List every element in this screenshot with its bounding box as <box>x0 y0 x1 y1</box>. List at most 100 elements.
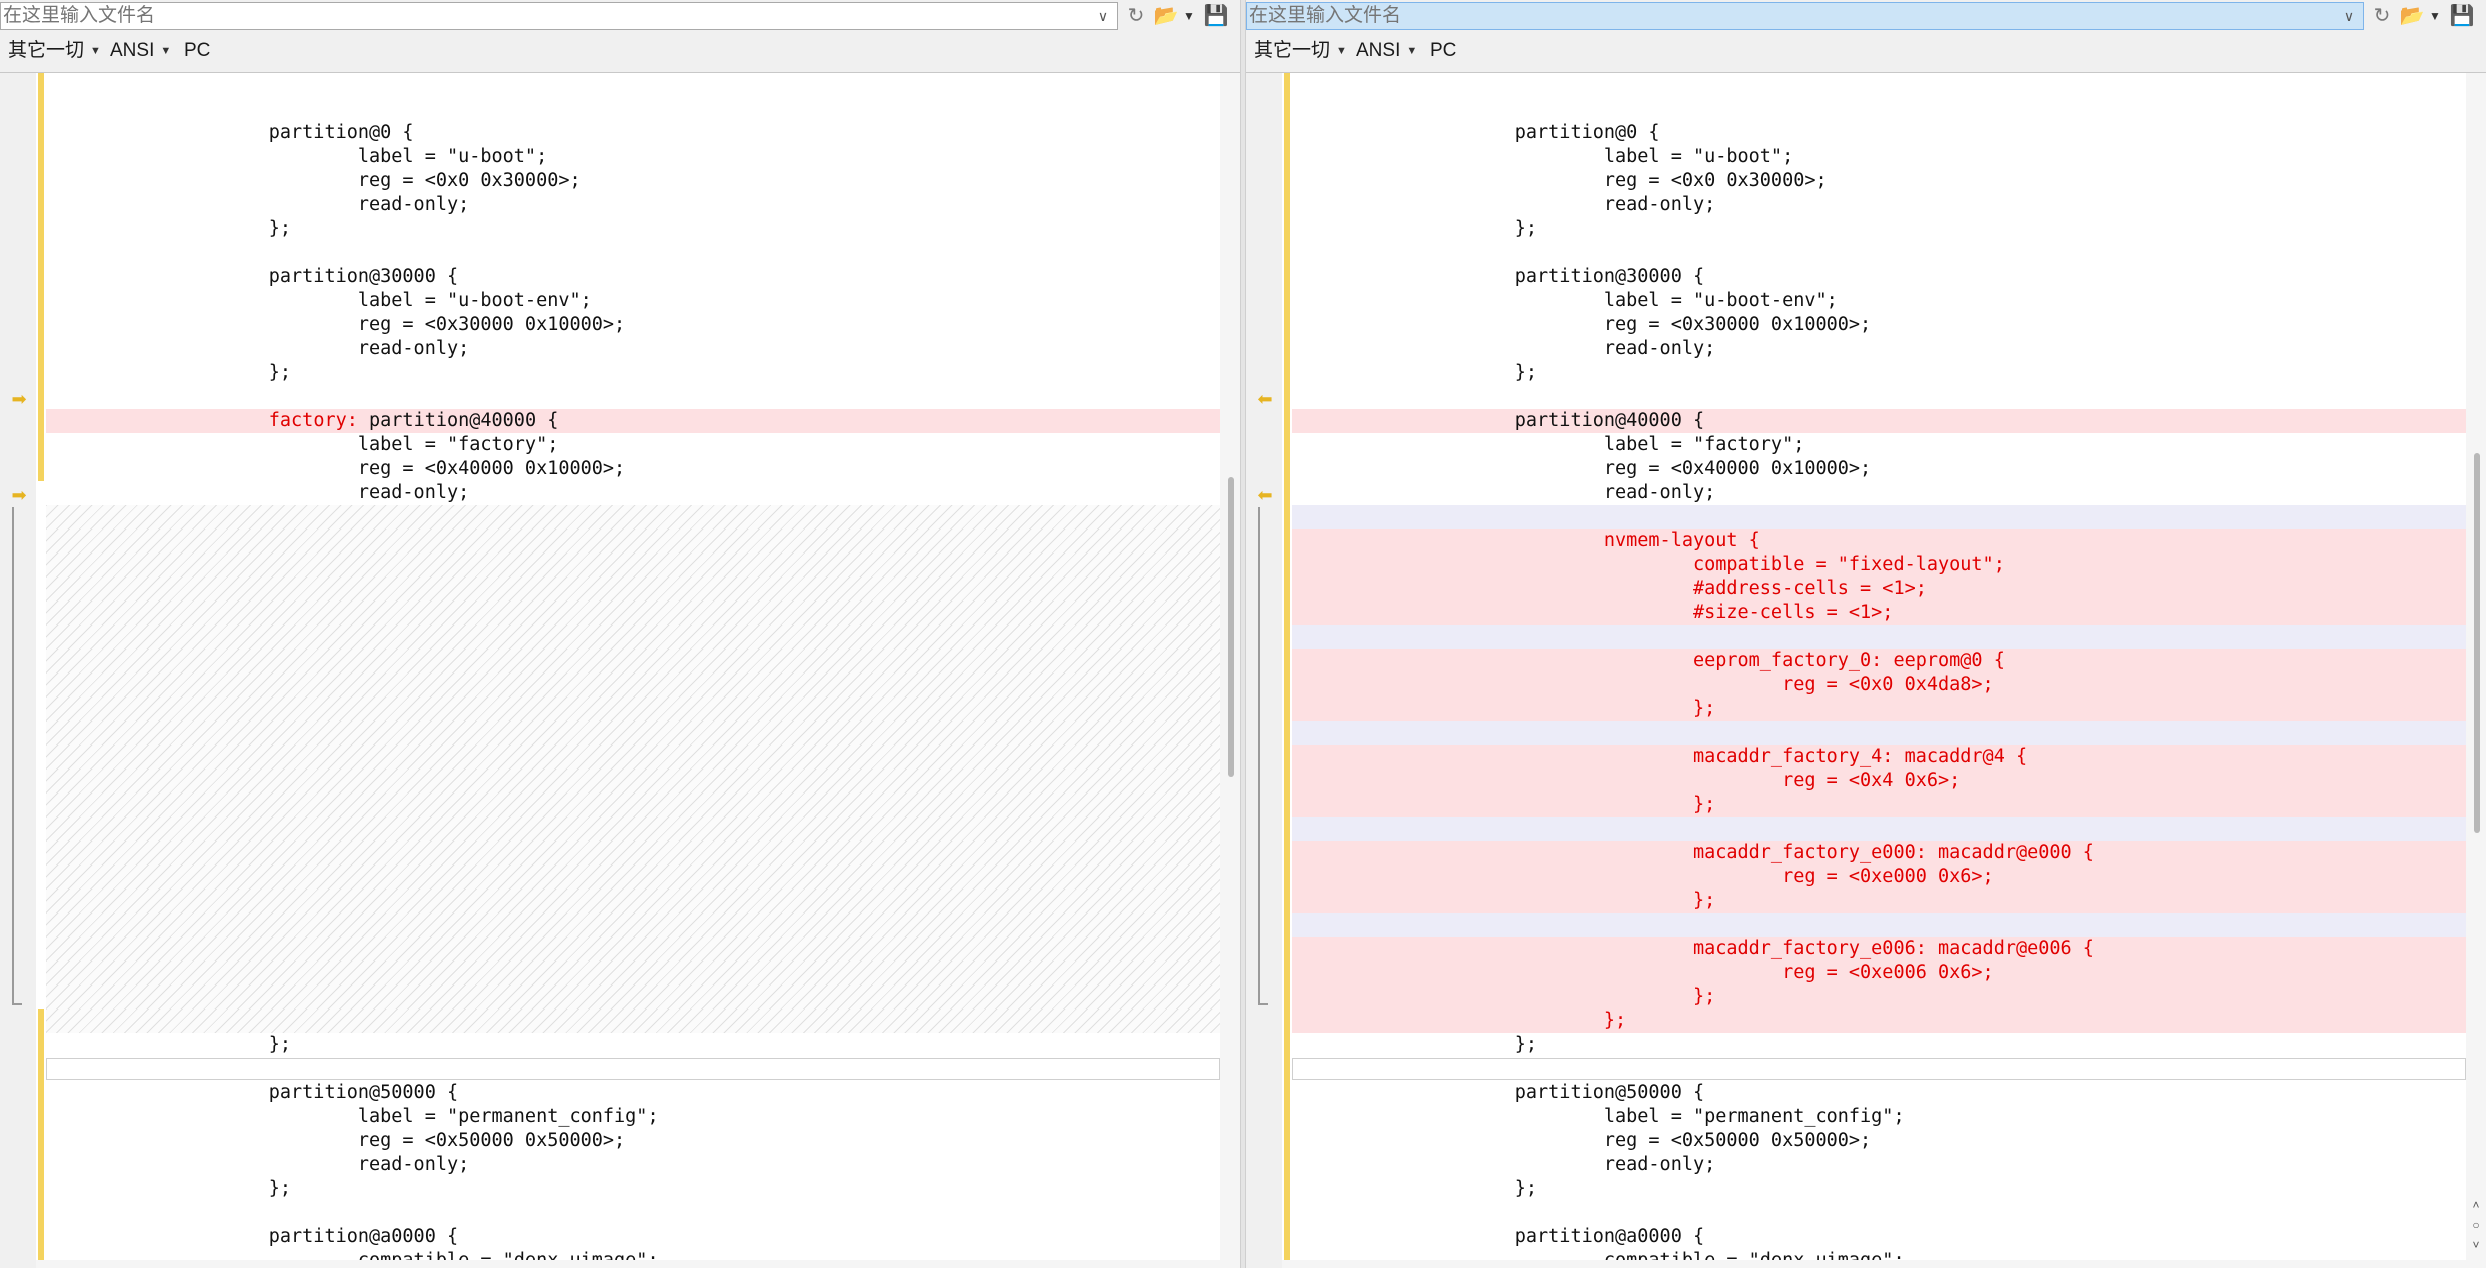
code-line[interactable]: read-only; <box>46 337 1220 361</box>
chevron-down-icon[interactable]: ˅ <box>2470 1238 2482 1252</box>
right-file-path-input[interactable] <box>1246 2 2364 30</box>
open-menu-caret-icon[interactable]: ▼ <box>1182 3 1196 29</box>
code-line[interactable]: macaddr_factory_e006: macaddr@e006 { <box>1292 937 2466 961</box>
code-line[interactable]: reg = <0x0 0x30000>; <box>46 169 1220 193</box>
code-line[interactable]: reg = <0x0 0x4da8>; <box>1292 673 2466 697</box>
code-line[interactable] <box>1292 241 2466 265</box>
code-line[interactable]: reg = <0x30000 0x10000>; <box>1292 313 2466 337</box>
code-line[interactable]: nvmem-layout { <box>1292 529 2466 553</box>
right-vertical-scrollbar[interactable]: ˄ ○ ˅ <box>2466 73 2486 1268</box>
code-line[interactable]: read-only; <box>1292 1153 2466 1177</box>
code-line[interactable]: }; <box>46 1033 1220 1057</box>
code-line[interactable] <box>1292 721 2466 745</box>
code-line[interactable]: partition@50000 { <box>1292 1081 2466 1105</box>
code-line[interactable] <box>1292 1201 2466 1225</box>
chevron-down-icon[interactable]: ∨ <box>2338 5 2360 27</box>
code-line[interactable]: }; <box>1292 1009 2466 1033</box>
right-line-ending-label[interactable]: PC <box>1430 39 1456 63</box>
right-filter-dropdown[interactable]: 其它一切 ▼ <box>1254 39 1347 63</box>
left-editor[interactable]: ➡ ➡ partition@0 { label = "u-boot"; reg … <box>0 72 1240 1268</box>
code-line[interactable]: read-only; <box>1292 193 2466 217</box>
right-scroll-thumb[interactable] <box>2474 453 2480 833</box>
code-line[interactable] <box>1292 97 2466 121</box>
code-line[interactable]: reg = <0x0 0x30000>; <box>1292 169 2466 193</box>
code-line[interactable]: }; <box>46 361 1220 385</box>
code-line[interactable] <box>1292 385 2466 409</box>
code-line[interactable]: compatible = "fixed-layout"; <box>1292 553 2466 577</box>
code-line[interactable]: label = "permanent_config"; <box>46 1105 1220 1129</box>
code-line[interactable]: partition@30000 { <box>46 265 1220 289</box>
right-charset-dropdown[interactable]: ANSI ▼ <box>1356 39 1417 63</box>
left-filter-dropdown[interactable]: 其它一切 ▼ <box>8 39 101 63</box>
code-line[interactable]: }; <box>46 1177 1220 1201</box>
arrow-right-icon[interactable]: ➡ <box>8 485 30 505</box>
code-line[interactable] <box>1292 505 2466 529</box>
circle-icon[interactable]: ○ <box>2470 1218 2482 1232</box>
code-line[interactable]: read-only; <box>46 1153 1220 1177</box>
code-line[interactable]: reg = <0x50000 0x50000>; <box>1292 1129 2466 1153</box>
code-line[interactable]: }; <box>1292 697 2466 721</box>
code-line[interactable]: label = "u-boot-env"; <box>1292 289 2466 313</box>
code-line[interactable]: reg = <0xe000 0x6>; <box>1292 865 2466 889</box>
folder-icon[interactable]: 📂 <box>2398 3 2426 29</box>
code-line[interactable]: macaddr_factory_4: macaddr@4 { <box>1292 745 2466 769</box>
left-scroll-thumb[interactable] <box>1228 477 1234 777</box>
arrow-left-icon[interactable]: ⬅ <box>1254 485 1276 505</box>
save-icon[interactable]: 💾 <box>1202 3 1230 29</box>
code-line[interactable]: partition@0 { <box>46 121 1220 145</box>
code-line[interactable] <box>46 1201 1220 1225</box>
code-line[interactable] <box>1292 625 2466 649</box>
code-line[interactable]: }; <box>1292 985 2466 1009</box>
folder-icon[interactable]: 📂 <box>1152 3 1180 29</box>
code-line[interactable]: partition@0 { <box>1292 121 2466 145</box>
code-line[interactable]: factory: partition@40000 { <box>46 409 1220 433</box>
code-line[interactable] <box>1292 913 2466 937</box>
code-line[interactable]: reg = <0x4 0x6>; <box>1292 769 2466 793</box>
code-line[interactable] <box>46 97 1220 121</box>
left-horizontal-scrollbar[interactable] <box>36 1260 1220 1268</box>
code-line[interactable]: read-only; <box>46 481 1220 505</box>
code-line[interactable] <box>1292 817 2466 841</box>
code-line[interactable]: macaddr_factory_e000: macaddr@e000 { <box>1292 841 2466 865</box>
code-line[interactable]: #size-cells = <1>; <box>1292 601 2466 625</box>
chevron-up-icon[interactable]: ˄ <box>2470 1198 2482 1212</box>
code-line[interactable]: partition@a0000 { <box>1292 1225 2466 1249</box>
code-line[interactable]: label = "factory"; <box>46 433 1220 457</box>
code-line[interactable]: partition@30000 { <box>1292 265 2466 289</box>
code-line[interactable]: partition@50000 { <box>46 1081 1220 1105</box>
code-line[interactable]: label = "u-boot"; <box>46 145 1220 169</box>
right-horizontal-scrollbar[interactable] <box>1282 1260 2466 1268</box>
code-line[interactable]: reg = <0x40000 0x10000>; <box>46 457 1220 481</box>
code-line[interactable]: reg = <0x30000 0x10000>; <box>46 313 1220 337</box>
left-file-path-input[interactable] <box>0 2 1118 30</box>
code-line[interactable]: reg = <0xe006 0x6>; <box>1292 961 2466 985</box>
code-line[interactable]: }; <box>1292 889 2466 913</box>
code-line[interactable]: }; <box>1292 793 2466 817</box>
reload-icon[interactable]: ↻ <box>1122 3 1150 29</box>
code-line[interactable]: partition@a0000 { <box>46 1225 1220 1249</box>
code-line[interactable]: #address-cells = <1>; <box>1292 577 2466 601</box>
code-line[interactable]: eeprom_factory_0: eeprom@0 { <box>1292 649 2466 673</box>
code-line[interactable]: }; <box>1292 1033 2466 1057</box>
arrow-left-icon[interactable]: ⬅ <box>1254 389 1276 409</box>
code-line[interactable]: }; <box>1292 361 2466 385</box>
right-editor[interactable]: ⬅ ⬅ partition@0 { label = "u-boot"; reg … <box>1246 72 2486 1268</box>
code-line[interactable]: read-only; <box>1292 481 2466 505</box>
left-vertical-scrollbar[interactable] <box>1220 73 1240 1268</box>
code-line[interactable]: label = "u-boot"; <box>1292 145 2466 169</box>
open-menu-caret-icon[interactable]: ▼ <box>2428 3 2442 29</box>
code-line[interactable]: label = "permanent_config"; <box>1292 1105 2466 1129</box>
code-line[interactable]: label = "factory"; <box>1292 433 2466 457</box>
code-line[interactable]: read-only; <box>1292 337 2466 361</box>
chevron-down-icon[interactable]: ∨ <box>1092 5 1114 27</box>
arrow-right-icon[interactable]: ➡ <box>8 389 30 409</box>
code-line[interactable]: reg = <0x40000 0x10000>; <box>1292 457 2466 481</box>
code-line[interactable]: label = "u-boot-env"; <box>46 289 1220 313</box>
code-line[interactable]: reg = <0x50000 0x50000>; <box>46 1129 1220 1153</box>
code-line[interactable] <box>46 385 1220 409</box>
code-line[interactable]: }; <box>46 217 1220 241</box>
code-line[interactable]: }; <box>1292 217 2466 241</box>
code-line[interactable]: }; <box>1292 1177 2466 1201</box>
reload-icon[interactable]: ↻ <box>2368 3 2396 29</box>
save-icon[interactable]: 💾 <box>2448 3 2476 29</box>
